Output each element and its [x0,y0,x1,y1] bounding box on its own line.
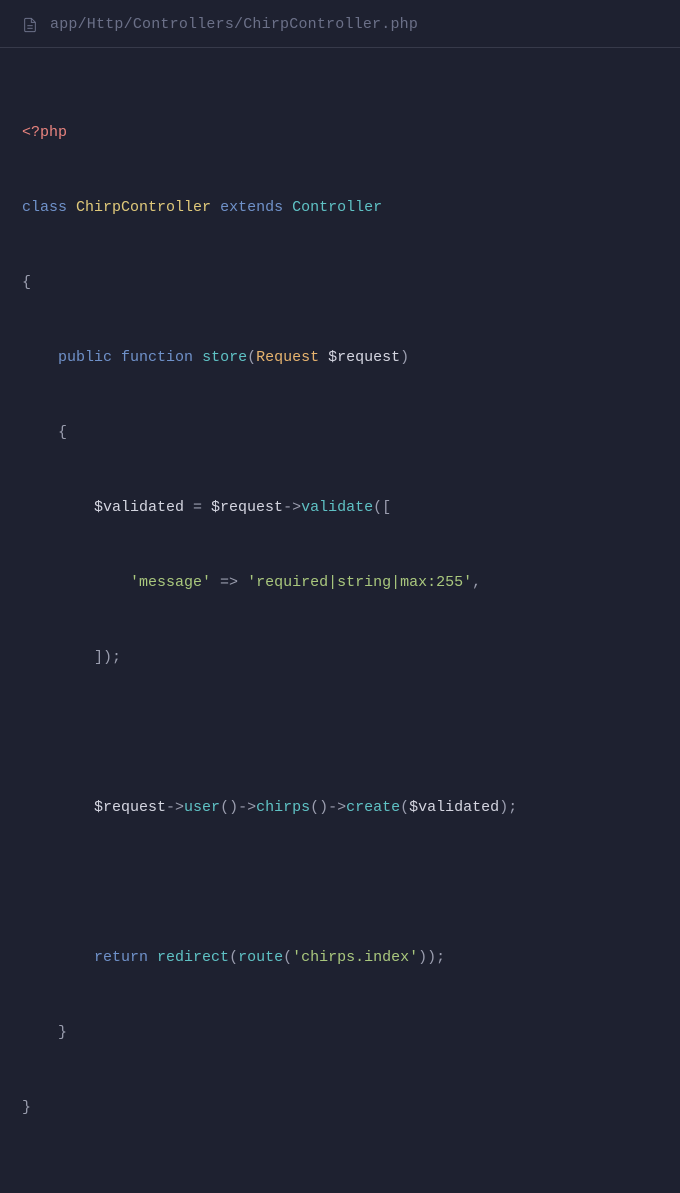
code-line: } [22,1089,658,1127]
file-path: app/Http/Controllers/ChirpController.php [50,16,418,33]
string-literal: 'required|string|max:255' [247,574,472,591]
paren-open: ( [247,349,256,366]
blank-line [22,714,658,752]
code-line: ]); [22,639,658,677]
class-name: ChirpController [76,199,211,216]
variable: $validated [409,799,499,816]
paren-open: ( [229,949,238,966]
code-line: { [22,414,658,452]
php-open-tag: <?php [22,124,67,141]
code-line: class ChirpController extends Controller [22,189,658,227]
paren-open: ( [400,799,409,816]
array-open: ([ [373,499,391,516]
parent-class: Controller [292,199,382,216]
operator: = [184,499,211,516]
arrow-op: -> [166,799,184,816]
paren-close-semi: ); [499,799,517,816]
variable: $request [94,799,166,816]
comma: , [472,574,481,591]
arrow-op: -> [238,799,256,816]
code-line: } [22,1014,658,1052]
arrow-op: -> [328,799,346,816]
code-line: { [22,264,658,302]
paren-close-semi: )); [418,949,445,966]
keyword-public: public [58,349,112,366]
keyword-class: class [22,199,67,216]
variable: $request [211,499,283,516]
keyword-return: return [94,949,148,966]
paren-close: ) [400,349,409,366]
function-call: redirect [157,949,229,966]
function-call: route [238,949,283,966]
variable: $validated [94,499,184,516]
code-block: <?php class ChirpController extends Cont… [0,48,680,1192]
arrow-op: -> [283,499,301,516]
method-call: user [184,799,220,816]
method-call: create [346,799,400,816]
paren-open: ( [283,949,292,966]
method-call: chirps [256,799,310,816]
keyword-function: function [121,349,193,366]
blank-line [22,864,658,902]
string-literal: 'message' [130,574,211,591]
fat-arrow: => [211,574,247,591]
type-hint: Request [256,349,319,366]
code-line: $request->user()->chirps()->create($vali… [22,789,658,827]
code-line: $validated = $request->validate([ [22,489,658,527]
keyword-extends: extends [220,199,283,216]
file-icon [22,17,38,33]
method-call: validate [301,499,373,516]
function-name: store [202,349,247,366]
parens: () [310,799,328,816]
parens: () [220,799,238,816]
code-line: <?php [22,114,658,152]
variable: $request [328,349,400,366]
code-line: public function store(Request $request) [22,339,658,377]
file-header: app/Http/Controllers/ChirpController.php [0,0,680,48]
code-line: return redirect(route('chirps.index')); [22,939,658,977]
string-literal: 'chirps.index' [292,949,418,966]
code-line: 'message' => 'required|string|max:255', [22,564,658,602]
